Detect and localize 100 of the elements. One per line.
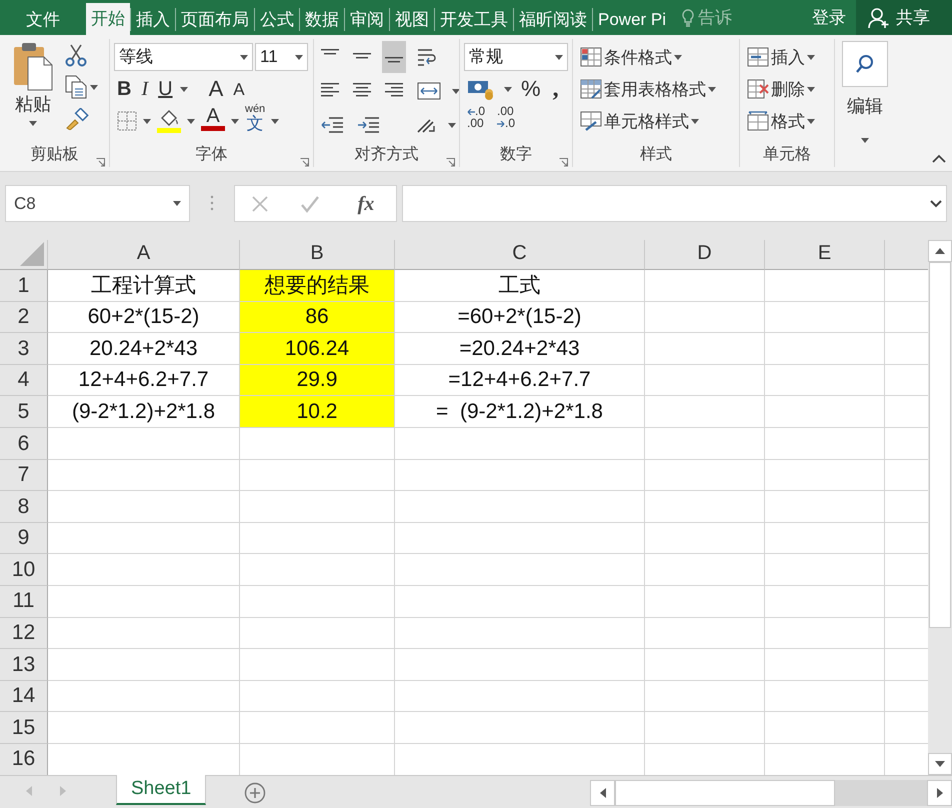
row-header[interactable]: 3 (0, 333, 48, 365)
caret-icon[interactable] (448, 122, 456, 128)
menu-tab[interactable]: 开始 (86, 3, 130, 35)
group-label: 数字 (500, 144, 532, 165)
caret-icon[interactable] (504, 86, 512, 92)
row-header[interactable]: 9 (0, 522, 48, 554)
sheet-tab[interactable]: Sheet1 (116, 775, 206, 805)
currency-icon[interactable] (467, 78, 495, 100)
grow-font-button[interactable]: A (206, 75, 226, 103)
styles-menu-button[interactable]: 条件格式 (577, 43, 685, 71)
styles-menu-button[interactable]: 单元格样式 (577, 107, 702, 135)
caret-icon[interactable] (29, 120, 37, 126)
paste-button[interactable]: 粘贴 (12, 41, 54, 115)
insert-function-button[interactable]: fx (352, 188, 380, 220)
dialog-launcher-icon[interactable] (96, 158, 105, 168)
row-header[interactable]: 12 (0, 618, 48, 650)
row-header[interactable]: 7 (0, 460, 48, 492)
name-box[interactable]: C8 (5, 185, 190, 222)
row-header[interactable]: 16 (0, 744, 48, 775)
styles-menu-button[interactable]: 套用表格格式 (577, 75, 719, 103)
scrollbar-thumb[interactable] (615, 780, 835, 806)
menu-tab[interactable]: 开发工具 (434, 8, 513, 31)
menu-tab[interactable]: 视图 (389, 8, 434, 31)
sign-in-link[interactable]: 登录 (802, 0, 856, 35)
column-header[interactable]: E (765, 240, 885, 270)
add-sheet-icon[interactable] (244, 782, 266, 804)
caret-icon[interactable] (231, 118, 239, 124)
dialog-launcher-icon[interactable] (559, 158, 568, 168)
caret-icon[interactable] (271, 118, 280, 124)
caret-icon[interactable] (295, 54, 303, 60)
caret-icon[interactable] (807, 54, 815, 60)
underline-button[interactable]: U (155, 75, 176, 103)
caret-icon[interactable] (173, 201, 181, 206)
decrease-indent-icon[interactable] (321, 115, 343, 135)
column-header[interactable]: C (395, 240, 645, 270)
scroll-right-button[interactable] (927, 780, 952, 806)
cells-menu-button[interactable]: 插入 (744, 43, 818, 71)
expand-icon[interactable] (930, 200, 942, 208)
bold-button[interactable]: B (114, 75, 134, 103)
caret-icon[interactable] (807, 86, 815, 92)
caret-icon[interactable] (691, 118, 699, 124)
caret-icon[interactable] (861, 138, 869, 143)
number-format-dropdown[interactable]: 常规 (464, 43, 568, 71)
row-header[interactable]: 6 (0, 428, 48, 460)
scroll-down-button[interactable] (928, 753, 952, 775)
dialog-launcher-icon[interactable] (446, 158, 455, 168)
menu-tab[interactable]: 插入 (130, 8, 175, 31)
comma-style-button[interactable]: , (550, 75, 562, 103)
caret-icon[interactable] (674, 54, 682, 60)
caret-icon[interactable] (187, 118, 195, 124)
caret-icon[interactable] (240, 54, 248, 60)
phonetic-guide-button[interactable]: wén 文 (242, 104, 268, 138)
font-name-dropdown[interactable]: 等线 (114, 43, 253, 71)
row-header[interactable]: 15 (0, 712, 48, 744)
scrollbar-thumb[interactable] (929, 262, 951, 628)
menu-tab[interactable]: 审阅 (344, 8, 389, 31)
column-header[interactable]: A (48, 240, 240, 270)
row-header[interactable]: 5 (0, 396, 48, 428)
cells-menu-button[interactable]: 删除 (744, 75, 818, 103)
collapse-ribbon-icon[interactable] (932, 154, 946, 163)
share-button[interactable]: 共享 (856, 0, 952, 35)
scroll-left-button[interactable] (590, 780, 615, 806)
menu-tab[interactable]: 文件 (0, 8, 86, 31)
caret-icon[interactable] (708, 86, 716, 92)
column-header[interactable]: B (240, 240, 395, 270)
row-header[interactable]: 13 (0, 649, 48, 681)
row-header[interactable]: 1 (0, 270, 48, 302)
caret-icon[interactable] (452, 88, 459, 94)
dialog-launcher-icon[interactable] (300, 158, 309, 168)
menu-tab[interactable]: 数据 (299, 8, 344, 31)
editing-button[interactable]: 编辑 (839, 39, 891, 167)
cells-menu-button[interactable]: 格式 (744, 107, 818, 135)
caret-icon[interactable] (180, 86, 188, 92)
decrease-decimal-button[interactable]: .00 .0 (494, 105, 518, 137)
row-header[interactable]: 4 (0, 364, 48, 396)
row-header[interactable]: 11 (0, 586, 48, 618)
caret-icon[interactable] (555, 54, 563, 60)
checkmark-icon[interactable] (300, 194, 320, 212)
column-header[interactable]: D (645, 240, 765, 270)
shrink-font-button[interactable]: A (230, 75, 248, 103)
menu-tab[interactable]: Power Pi (592, 8, 672, 31)
font-color-button[interactable]: A (198, 106, 228, 136)
row-header[interactable]: 14 (0, 680, 48, 712)
caret-icon[interactable] (90, 84, 98, 90)
increase-indent-icon[interactable] (357, 115, 379, 135)
menu-tab[interactable]: 公式 (254, 8, 299, 31)
percent-button[interactable]: % (518, 75, 544, 103)
increase-decimal-button[interactable]: .0 .00 (464, 105, 488, 137)
merge-center-icon[interactable] (417, 81, 441, 101)
scroll-up-button[interactable] (928, 240, 952, 262)
caret-icon[interactable] (807, 118, 815, 124)
row-header[interactable]: 10 (0, 554, 48, 586)
row-header[interactable]: 2 (0, 302, 48, 334)
row-header[interactable]: 8 (0, 491, 48, 523)
italic-button[interactable]: I (138, 75, 152, 103)
menu-tab[interactable]: 福昕阅读 (513, 8, 592, 31)
caret-icon[interactable] (143, 118, 151, 124)
menu-tab[interactable]: 页面布局 (175, 8, 254, 31)
formula-input[interactable] (402, 185, 947, 222)
font-size-dropdown[interactable]: 11 (255, 43, 308, 71)
